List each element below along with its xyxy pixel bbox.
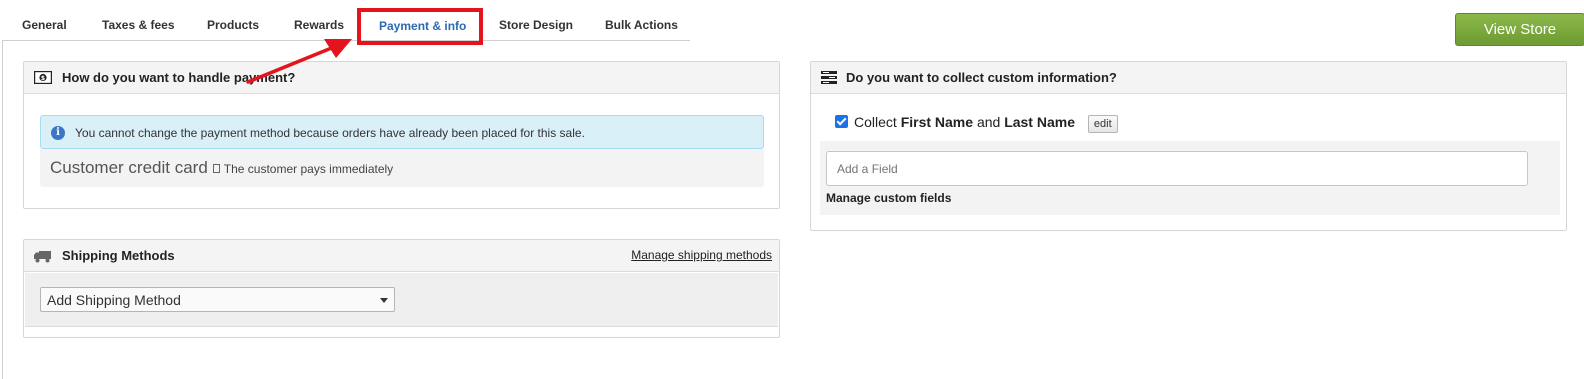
svg-text:$: $ (41, 75, 45, 82)
add-shipping-method-select[interactable]: Add Shipping Method (40, 287, 395, 312)
payment-method-box-icon (212, 164, 220, 173)
truck-icon (34, 250, 52, 268)
collect-name-checkbox[interactable] (835, 115, 848, 128)
tab-bulk-actions[interactable]: Bulk Actions (605, 18, 678, 32)
payment-method-row: Customer credit card The customer pays im… (40, 149, 764, 187)
last-name-label: Last Name (1004, 114, 1075, 130)
payment-alert-text: You cannot change the payment method bec… (75, 126, 585, 140)
tab-bar: General Taxes & fees Products Rewards Pa… (2, 0, 690, 41)
tab-highlight-box (357, 8, 483, 45)
collect-name-row: Collect First Name and Last Name edit (835, 114, 1118, 133)
add-field-input[interactable] (826, 151, 1528, 186)
and-label: and (976, 114, 1001, 130)
payment-panel-header: $ How do you want to handle payment? (24, 62, 779, 94)
content-border (2, 41, 3, 379)
custom-info-panel: Do you want to collect custom informatio… (810, 61, 1567, 231)
manage-custom-fields-link[interactable]: Manage custom fields (826, 191, 951, 205)
shipping-panel-header: Shipping Methods Manage shipping methods (24, 240, 779, 272)
tab-rewards[interactable]: Rewards (294, 18, 344, 32)
tab-products[interactable]: Products (207, 18, 259, 32)
custom-info-panel-header: Do you want to collect custom informatio… (811, 62, 1566, 94)
payment-method-desc: The customer pays immediately (223, 162, 394, 176)
tab-store-design[interactable]: Store Design (499, 18, 573, 32)
shipping-panel-body: Add Shipping Method (25, 273, 778, 327)
shipping-panel: Shipping Methods Manage shipping methods… (23, 239, 780, 338)
first-name-label: First Name (900, 114, 974, 130)
collect-prefix: Collect (854, 114, 897, 130)
view-store-button[interactable]: View Store (1455, 13, 1584, 46)
shipping-panel-title: Shipping Methods (62, 248, 175, 263)
money-icon: $ (33, 70, 53, 89)
edit-button[interactable]: edit (1087, 115, 1118, 133)
payment-method-label: Customer credit card (50, 158, 208, 177)
custom-info-panel-title: Do you want to collect custom informatio… (846, 70, 1117, 85)
info-icon: i (51, 126, 65, 140)
add-field-area: Manage custom fields (820, 141, 1560, 215)
form-list-icon (821, 71, 837, 90)
payment-alert: i You cannot change the payment method b… (40, 115, 764, 149)
payment-panel: $ How do you want to handle payment? i Y… (23, 61, 780, 209)
manage-shipping-methods-link[interactable]: Manage shipping methods (631, 248, 772, 262)
tab-general[interactable]: General (22, 18, 67, 32)
tab-taxes-fees[interactable]: Taxes & fees (102, 18, 175, 32)
payment-method-name: Customer credit card The customer pays im… (50, 158, 393, 178)
add-shipping-method-value: Add Shipping Method (47, 292, 181, 308)
payment-panel-title: How do you want to handle payment? (62, 70, 296, 85)
caret-down-icon (380, 298, 388, 303)
